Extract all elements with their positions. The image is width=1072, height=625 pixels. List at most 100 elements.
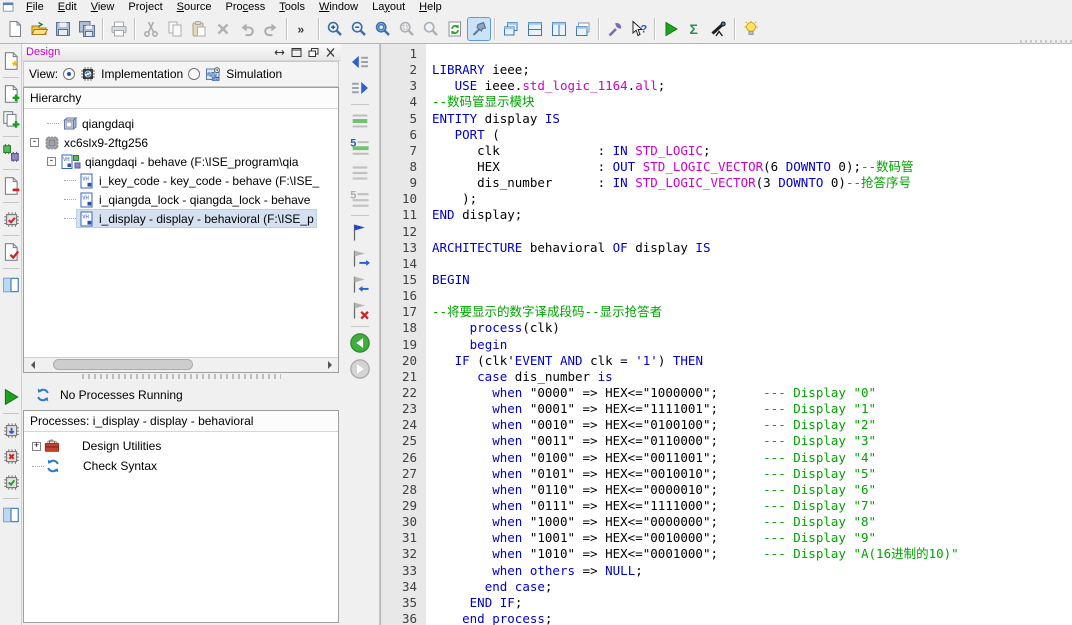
show-tip-button[interactable] — [739, 17, 763, 41]
pan-tool-button[interactable] — [467, 16, 491, 41]
view-radio-simulation[interactable] — [188, 68, 201, 80]
context-help-button[interactable]: ? — [627, 17, 651, 41]
arrange-windows-button[interactable] — [571, 17, 595, 41]
zoom-full-button[interactable] — [371, 17, 395, 41]
code-editor[interactable]: 1 2 LIBRARY ieee; 3 USE ieee.std_logic_1164… — [380, 44, 1072, 625]
columns-view-button[interactable] — [1, 275, 21, 295]
save-all-button[interactable] — [75, 17, 99, 41]
hierarchy-hscrollbar[interactable] — [24, 357, 338, 372]
highlight-lines-button[interactable] — [349, 110, 371, 132]
new-partition-button[interactable] — [1, 143, 21, 163]
hierarchy-row[interactable]: VH i_display - display - behavioral (F:\I… — [24, 209, 338, 228]
hierarchy-row[interactable]: - xc6slx9-2ftg256 — [24, 133, 338, 152]
menu-bar: File Edit View Project Source Process Tools Win… — [0, 0, 1072, 14]
view-radio-implementation[interactable] — [63, 68, 76, 80]
run-process-button[interactable] — [659, 17, 683, 41]
cascade-windows-button[interactable] — [499, 17, 523, 41]
tile-horizontal-button[interactable] — [523, 17, 547, 41]
scroll-left-arrow[interactable] — [24, 358, 39, 372]
zoom-region-button[interactable] — [395, 17, 419, 41]
menu-tools[interactable]: Tools — [272, 1, 312, 13]
menu-process[interactable]: Process — [219, 1, 273, 13]
hierarchy-item[interactable]: xc6slx9-2ftg256 — [42, 134, 150, 151]
hierarchy-item[interactable]: VH qiangdaqi - behave (F:\ISE_program\qia — [59, 153, 300, 170]
save-button[interactable] — [51, 17, 75, 41]
refresh-view-button[interactable] — [443, 17, 467, 41]
vhdl-module-icon: VH — [79, 211, 95, 227]
goto-line-off-button[interactable]: 5 — [349, 188, 371, 210]
rerun-all-button[interactable] — [1, 472, 21, 492]
hierarchy-item[interactable]: VH i_qiangda_lock - qiangda_lock - behave — [77, 191, 312, 208]
zoom-out-button[interactable] — [347, 17, 371, 41]
tile-vertical-button[interactable] — [547, 17, 571, 41]
clear-bookmarks-button[interactable] — [349, 299, 371, 321]
highlight-lines-off-button[interactable] — [349, 162, 371, 184]
shift-left-button[interactable] — [349, 51, 371, 73]
menu-view[interactable]: View — [84, 1, 122, 13]
view-option-label[interactable]: Implementation — [101, 67, 183, 81]
check-doc-button[interactable] — [1, 242, 21, 262]
new-source-button[interactable] — [1, 51, 21, 71]
remove-source-button[interactable] — [1, 176, 21, 196]
collapse-icon[interactable]: - — [30, 138, 39, 147]
panel-splitter[interactable] — [82, 374, 281, 379]
run-simulation-button[interactable]: Σ — [683, 17, 707, 41]
process-row[interactable]: Check Syntax — [24, 456, 338, 476]
open-project-button[interactable] — [27, 17, 51, 41]
code-line: 36 end process; — [381, 611, 1072, 625]
delete-item-button[interactable] — [211, 17, 235, 41]
float-panel-icon[interactable] — [273, 47, 286, 58]
copy-button[interactable] — [163, 17, 187, 41]
menu-edit[interactable]: Edit — [51, 1, 84, 13]
scroll-right-arrow[interactable] — [323, 358, 338, 372]
hierarchy-row[interactable]: qiangdaqi — [24, 114, 338, 133]
toggle-bookmark-button[interactable] — [349, 221, 371, 243]
hierarchy-item[interactable]: qiangdaqi — [60, 115, 136, 132]
toolbar-overflow-button[interactable]: » — [291, 17, 315, 41]
menu-file[interactable]: File — [19, 1, 51, 13]
hierarchy-item[interactable]: VH i_key_code - key_code - behave (F:\ISE… — [77, 172, 321, 189]
restore-panel-icon[interactable] — [307, 47, 320, 58]
redo-button[interactable] — [259, 17, 283, 41]
collapse-icon[interactable]: - — [47, 157, 56, 166]
wrench-tool-button[interactable] — [603, 17, 627, 41]
menu-layout[interactable]: Layout — [365, 1, 412, 13]
hierarchy-row[interactable]: VH i_qiangda_lock - qiangda_lock - behave — [24, 190, 338, 209]
shift-right-button[interactable] — [349, 77, 371, 99]
cut-button[interactable] — [139, 17, 163, 41]
hierarchy-row[interactable]: - VH qiangdaqi - behave (F:\ISE_program\qi… — [24, 152, 338, 171]
device-check-button[interactable] — [1, 209, 21, 229]
close-panel-icon[interactable] — [324, 47, 337, 58]
zoom-in-button[interactable] — [323, 17, 347, 41]
print-button[interactable] — [107, 17, 131, 41]
new-document-button[interactable] — [3, 17, 27, 41]
hierarchy-item-selected[interactable]: VH i_display - display - behavioral (F:\I… — [76, 209, 317, 228]
scrollbar-track[interactable] — [39, 358, 323, 372]
hierarchy-row[interactable]: VH i_key_code - key_code - behave (F:\ISE… — [24, 171, 338, 190]
nav-back-button[interactable] — [349, 332, 371, 354]
run-process-button[interactable] — [1, 387, 21, 407]
goto-line-button[interactable]: 5 — [349, 136, 371, 158]
process-row[interactable]: + Design Utilities — [24, 436, 338, 456]
expand-icon[interactable]: + — [32, 441, 41, 451]
menu-help[interactable]: Help — [412, 1, 449, 13]
next-bookmark-button[interactable] — [349, 247, 371, 269]
add-source-button[interactable] — [1, 84, 21, 104]
menu-window[interactable]: Window — [312, 1, 365, 13]
add-copy-source-button[interactable] — [1, 110, 21, 130]
prev-bookmark-button[interactable] — [349, 273, 371, 295]
nav-forward-button[interactable] — [349, 358, 371, 380]
undo-button[interactable] — [235, 17, 259, 41]
maximize-panel-icon[interactable] — [290, 47, 303, 58]
editor-toolbar: 55 — [341, 44, 380, 625]
scrollbar-thumb[interactable] — [53, 359, 193, 370]
view-option-label[interactable]: Simulation — [226, 67, 282, 81]
paste-button[interactable] — [187, 17, 211, 41]
zoom-point-button[interactable] — [419, 17, 443, 41]
menu-source[interactable]: Source — [170, 1, 219, 13]
columns-view-button[interactable] — [1, 505, 21, 525]
stop-process-button[interactable] — [1, 446, 21, 466]
analyze-design-button[interactable] — [707, 17, 731, 41]
rerun-process-button[interactable] — [1, 420, 21, 440]
menu-project[interactable]: Project — [121, 1, 169, 13]
